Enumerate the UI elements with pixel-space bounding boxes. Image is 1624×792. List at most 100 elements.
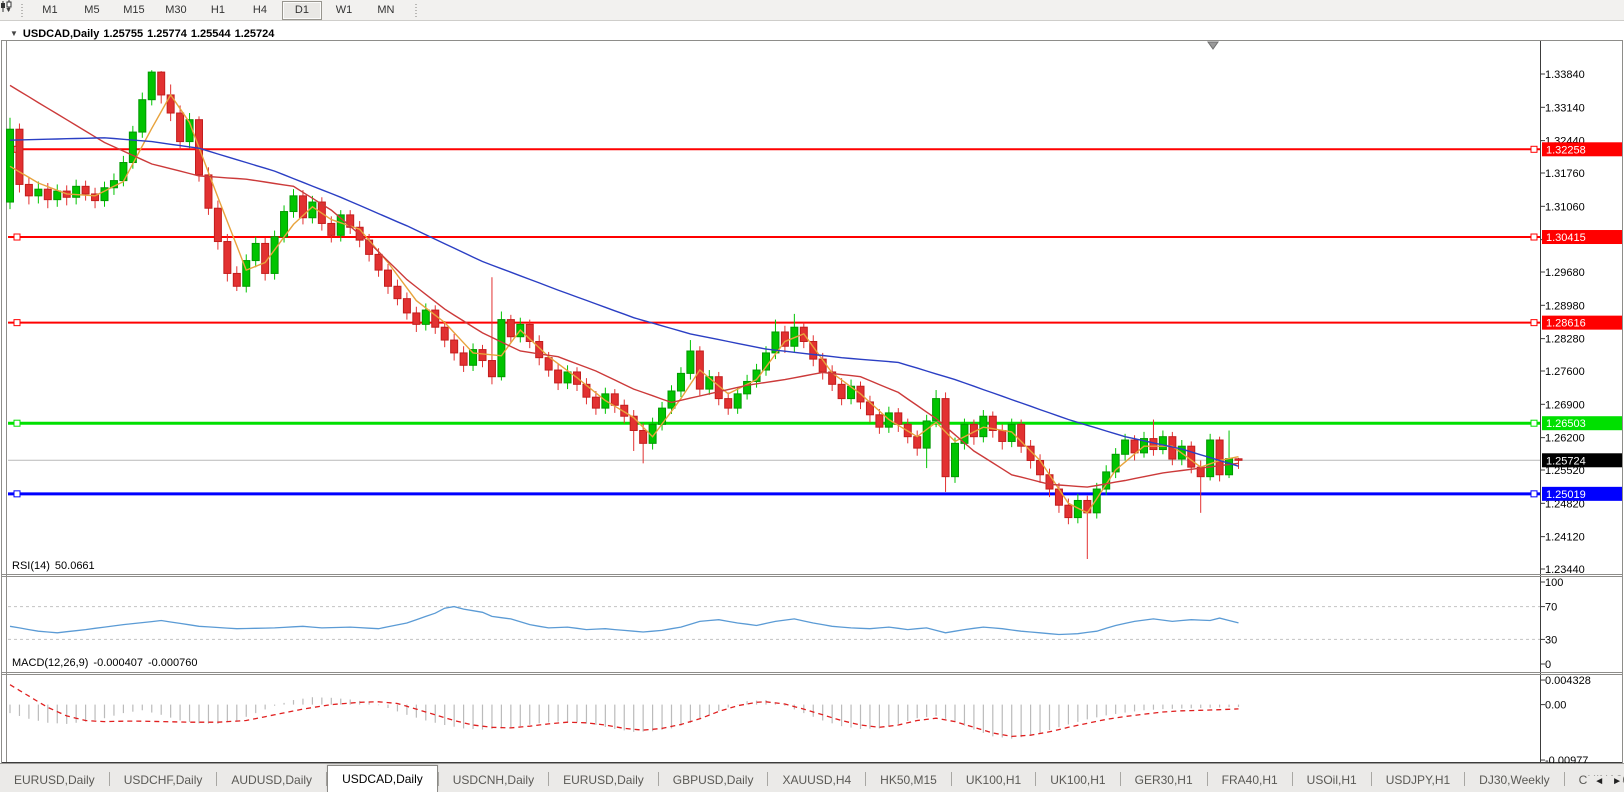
candlestick [591, 396, 600, 409]
candlestick [487, 360, 496, 378]
tab-scroll-left-icon[interactable]: ◄ [1594, 776, 1604, 787]
timeframe-button-m30[interactable]: M30 [156, 1, 196, 20]
chart-title-symbol: USDCAD,Daily [22, 28, 100, 40]
candlestick [1092, 488, 1101, 514]
timeframe-button-h1[interactable]: H1 [198, 1, 238, 20]
tab-xauusd-h4[interactable]: XAUUSD,H4 [768, 768, 865, 792]
tab-uk100-h1[interactable]: UK100,H1 [952, 768, 1035, 792]
timeframe-button-m15[interactable]: M15 [114, 1, 154, 20]
level-anchor[interactable] [1530, 319, 1538, 327]
ma-mid-line [9, 84, 1239, 488]
price-tick-label: 1.31760 [1545, 168, 1585, 180]
candlestick [213, 207, 222, 243]
tab-scroll-right-icon[interactable]: ► [1612, 776, 1622, 787]
candlestick [676, 372, 685, 392]
symbol-tabs: EURUSD,Daily USDCHF,Daily AUDUSD,Daily USDC… [0, 765, 1624, 792]
macd-value: -0.000407 [93, 657, 143, 669]
candlestick [875, 414, 884, 428]
current-price-label: 1.25724 [1546, 455, 1586, 467]
price-tick-label: 1.33840 [1545, 69, 1585, 81]
candlestick-chart-icon [1, 0, 12, 12]
timeframe-button-m1[interactable]: M1 [30, 1, 70, 20]
price-tick-label: 1.26200 [1545, 433, 1585, 445]
level-anchor[interactable] [1530, 233, 1538, 241]
candlestick [53, 190, 62, 201]
candlestick [478, 349, 487, 362]
candlestick [1215, 439, 1224, 476]
rsi-tick-label: 100 [1545, 577, 1563, 589]
candlestick [658, 407, 667, 425]
tab-usdjpy-h1[interactable]: USDJPY,H1 [1372, 768, 1464, 792]
timeframe-button-h4[interactable]: H4 [240, 1, 280, 20]
timeframe-button-mn[interactable]: MN [366, 1, 406, 20]
tab-usdcnh-daily[interactable]: USDCNH,Daily [439, 768, 548, 792]
chart-shift-marker-icon[interactable] [1207, 41, 1219, 50]
level-price-label: 1.28616 [1546, 318, 1586, 330]
candlestick [24, 183, 33, 197]
candlestick [544, 357, 553, 371]
macd-tick-label: 0.004328 [1545, 675, 1591, 687]
rsi-label: RSI(14) [12, 560, 50, 572]
level-anchor[interactable] [13, 233, 21, 241]
level-anchor[interactable] [13, 319, 21, 327]
rsi-caption: RSI(14) 50.0661 [12, 560, 100, 572]
chart-type-button[interactable]: ▼ [0, 0, 17, 19]
tab-eurusd-daily[interactable]: EURUSD,Daily [549, 768, 658, 792]
ma-fast-line [9, 93, 1239, 514]
chart-title: ▼ USDCAD,Daily 1.25755 1.25774 1.25544 1.2572… [10, 28, 278, 40]
tab-gbpusd-daily[interactable]: GBPUSD,Daily [659, 768, 768, 792]
candlestick [15, 128, 24, 185]
tab-usdcad-daily[interactable]: USDCAD,Daily [327, 765, 438, 792]
candlestick [450, 339, 459, 354]
candlestick [176, 112, 185, 143]
candlestick [922, 420, 931, 449]
timeframe-button-w1[interactable]: W1 [324, 1, 364, 20]
candlestick [497, 319, 506, 378]
candlestick [1158, 436, 1167, 451]
tab-fra40-h1[interactable]: FRA40,H1 [1208, 768, 1292, 792]
tab-scroll-buttons: ◄ ► [1588, 776, 1622, 787]
timeframe-button-d1[interactable]: D1 [281, 0, 322, 20]
price-tick-label: 1.26900 [1545, 399, 1585, 411]
candlestick [837, 383, 846, 400]
candlestick [506, 319, 515, 338]
candlestick [951, 442, 959, 478]
candlestick [554, 369, 563, 384]
price-tick-label: 1.31060 [1545, 201, 1585, 213]
level-anchor[interactable] [1530, 145, 1538, 153]
toolbar-grip[interactable] [18, 3, 25, 17]
tab-usoil-h1[interactable]: USOil,H1 [1293, 768, 1371, 792]
tab-uk100-h1[interactable]: UK100,H1 [1036, 768, 1119, 792]
candlestick [459, 352, 468, 366]
level-anchor[interactable] [13, 490, 21, 498]
timeframe-button-m5[interactable]: M5 [72, 1, 112, 20]
tab-ger30-h1[interactable]: GER30,H1 [1121, 768, 1207, 792]
candlestick [270, 236, 279, 274]
candlestick [34, 188, 43, 197]
tab-audusd-daily[interactable]: AUDUSD,Daily [217, 768, 326, 792]
candlestick [894, 412, 903, 425]
rsi-tick-label: 30 [1545, 634, 1557, 646]
chart-canvas[interactable]: 1.338401.331401.324401.317601.310601.303… [0, 20, 1624, 764]
tab-eurusd-daily[interactable]: EURUSD,Daily [0, 768, 109, 792]
level-anchor[interactable] [13, 419, 21, 427]
collapse-caret-icon[interactable]: ▼ [10, 29, 18, 38]
tab-hk50-m15[interactable]: HK50,M15 [866, 768, 951, 792]
candlestick [998, 429, 1007, 442]
tab-dj30-weekly[interactable]: DJ30,Weekly [1465, 768, 1563, 792]
symbol-tab-bar: EURUSD,Daily USDCHF,Daily AUDUSD,Daily USDC… [0, 763, 1624, 792]
candlestick [979, 415, 988, 438]
price-tick-label: 1.33140 [1545, 102, 1585, 114]
candlestick [941, 398, 950, 478]
candlestick [1225, 458, 1234, 476]
candlestick [1045, 474, 1054, 490]
toolbar-grip[interactable] [412, 3, 419, 17]
level-anchor[interactable] [1530, 419, 1538, 427]
candlestick [157, 71, 166, 96]
tab-usdchf-daily[interactable]: USDCHF,Daily [110, 768, 217, 792]
candlestick [72, 185, 81, 198]
price-tick-label: 1.28280 [1545, 334, 1585, 346]
candlestick [421, 309, 430, 325]
chart-title-high: 1.25774 [147, 28, 187, 40]
level-anchor[interactable] [1530, 490, 1538, 498]
